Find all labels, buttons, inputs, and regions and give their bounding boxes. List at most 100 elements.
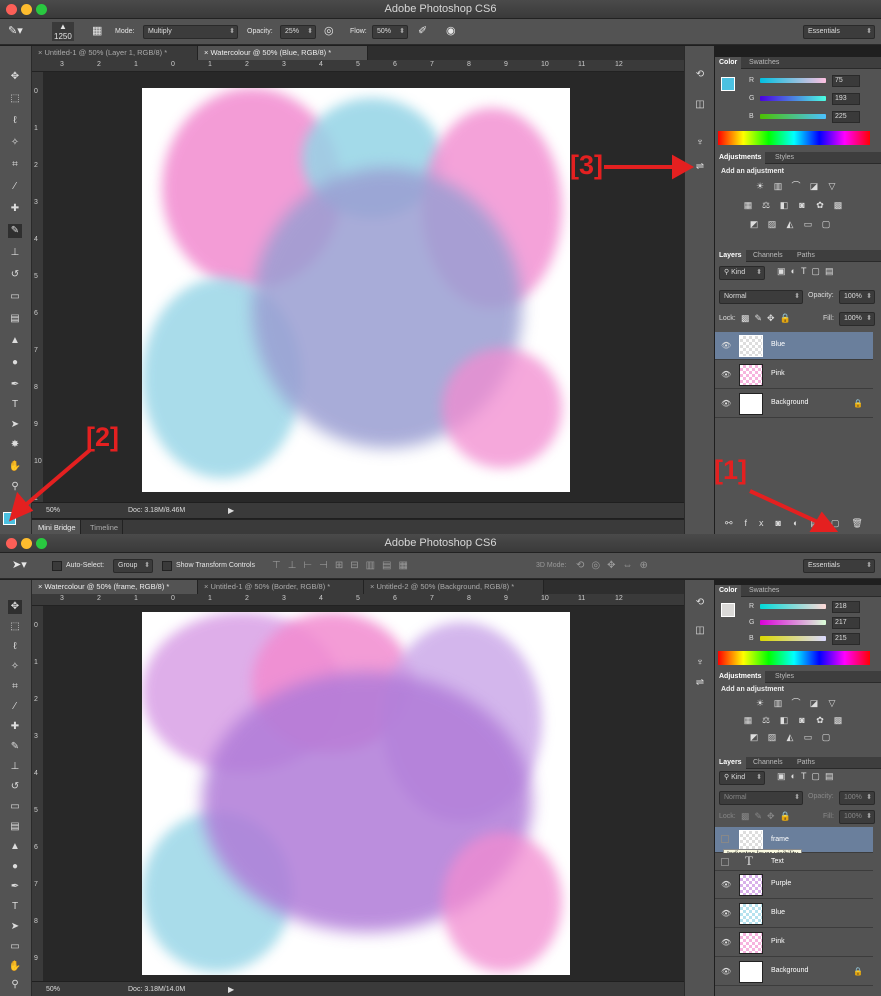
color-spectrum-bar[interactable] (718, 651, 870, 665)
hand-tool-icon[interactable]: ✋ (8, 960, 22, 974)
dodge-tool-icon[interactable]: ● (8, 356, 22, 370)
r-slider[interactable] (760, 78, 826, 83)
vibrance-icon[interactable]: ▽ (825, 698, 839, 709)
layers-footer-buttons[interactable]: ⚯fx◙◐▤▢🗑 (715, 518, 881, 532)
layer-row-pink[interactable]: 👁 Pink (715, 361, 873, 389)
eye-icon[interactable]: 👁 (721, 909, 731, 918)
3d-mode-icons[interactable]: ⟲◎✥⇔⊕ (576, 558, 655, 573)
airbrush-icon[interactable]: ✐ (418, 24, 427, 39)
brush-panel-icon[interactable]: ♆ (693, 656, 707, 670)
properties-icon[interactable]: ◫ (693, 624, 707, 638)
transform-controls-checkbox[interactable] (162, 561, 172, 571)
workspace-select[interactable]: Essentials (803, 25, 875, 39)
g-slider[interactable] (760, 96, 826, 101)
close-window-button[interactable] (6, 4, 17, 15)
layer-filter-kind[interactable]: ⚲ Kind (719, 771, 765, 785)
exposure-icon[interactable]: ◪ (807, 698, 821, 709)
tab-paths[interactable]: Paths (793, 757, 819, 769)
document-canvas[interactable] (142, 612, 570, 975)
tab-layers[interactable]: Layers (715, 250, 746, 262)
layer-row-background[interactable]: 👁 Background 🔒 (715, 390, 873, 418)
color-lookup-icon[interactable]: ▩ (831, 200, 845, 211)
zoom-window-button[interactable] (36, 4, 47, 15)
shape-tool-icon[interactable]: ✸ (8, 438, 22, 452)
r-slider[interactable] (760, 604, 826, 609)
crop-tool-icon[interactable]: ⌗ (8, 680, 22, 694)
close-window-button[interactable] (6, 538, 17, 549)
visibility-toggle[interactable] (721, 858, 729, 866)
hue-sat-icon[interactable]: ▦ (741, 715, 755, 726)
g-value[interactable]: 217 (832, 617, 860, 629)
pen-tool-icon[interactable]: ✒ (8, 880, 22, 894)
tab-styles[interactable]: Styles (771, 671, 798, 683)
photo-filter-icon[interactable]: ◙ (795, 200, 809, 211)
threshold-icon[interactable]: ◭ (783, 219, 797, 230)
layer-row-background[interactable]: 👁 Background 🔒 (715, 958, 873, 986)
layer-row-pink[interactable]: 👁 Pink (715, 929, 873, 957)
eraser-tool-icon[interactable]: ▭ (8, 290, 22, 304)
eraser-tool-icon[interactable]: ▭ (8, 800, 22, 814)
quick-select-tool-icon[interactable]: ✧ (8, 136, 22, 150)
path-select-tool-icon[interactable]: ➤ (8, 920, 22, 934)
eye-icon[interactable]: 👁 (721, 967, 731, 976)
type-tool-icon[interactable]: T (8, 398, 22, 412)
brush-size-picker[interactable]: ▲ 1250 (52, 22, 74, 41)
layer-row-purple[interactable]: 👁 Purple (715, 871, 873, 899)
mode-select[interactable]: Multiply (143, 25, 238, 39)
shape-tool-icon[interactable]: ▭ (8, 940, 22, 954)
layer-row-blue[interactable]: 👁 Blue (715, 900, 873, 928)
invert-icon[interactable]: ◩ (747, 219, 761, 230)
eye-icon[interactable]: 👁 (721, 880, 731, 889)
stamp-tool-icon[interactable]: ⊥ (8, 246, 22, 260)
g-value[interactable]: 193 (832, 93, 860, 105)
status-arrow-icon[interactable]: ▶ (228, 503, 234, 518)
color-spectrum-bar[interactable] (718, 131, 870, 145)
zoom-tool-icon[interactable]: ⚲ (8, 480, 22, 494)
curves-icon[interactable]: ⌒ (789, 696, 803, 708)
levels-icon[interactable]: ▥ (771, 181, 785, 192)
document-canvas[interactable] (142, 88, 570, 492)
tab-timeline[interactable]: Timeline (84, 520, 124, 534)
gradient-map-icon[interactable]: ▭ (801, 219, 815, 230)
bw-icon[interactable]: ◧ (777, 200, 791, 211)
brush-presets-icon[interactable]: ⇌ (693, 160, 707, 174)
hand-tool-icon[interactable]: ✋ (8, 460, 22, 474)
doc-tab-untitled2[interactable]: × Untitled-2 @ 50% (Background, RGB/8) * (364, 580, 544, 594)
history-brush-tool-icon[interactable]: ↺ (8, 780, 22, 794)
hue-sat-icon[interactable]: ▦ (741, 200, 755, 211)
move-tool-icon[interactable]: ✥ (8, 70, 22, 84)
properties-icon[interactable]: ◫ (693, 98, 707, 112)
posterize-icon[interactable]: ▨ (765, 219, 779, 230)
path-select-tool-icon[interactable]: ➤ (8, 418, 22, 432)
tab-layers[interactable]: Layers (715, 757, 746, 769)
pressure-size-icon[interactable]: ◉ (446, 24, 456, 39)
b-value[interactable]: 215 (832, 633, 860, 645)
exposure-icon[interactable]: ◪ (807, 181, 821, 192)
eye-icon[interactable]: 👁 (721, 370, 731, 379)
blur-tool-icon[interactable]: ▲ (8, 334, 22, 348)
minimize-window-button[interactable] (21, 4, 32, 15)
eye-icon[interactable]: 👁 (721, 341, 731, 350)
blend-mode-select[interactable]: Normal (719, 290, 803, 304)
lasso-tool-icon[interactable]: ℓ (8, 114, 22, 128)
tab-color[interactable]: Color (715, 57, 742, 69)
foreground-color-swatch[interactable] (3, 512, 16, 525)
r-value[interactable]: 75 (832, 75, 860, 87)
canvas-area[interactable] (43, 606, 684, 981)
history-icon[interactable]: ⟲ (693, 596, 707, 610)
gradient-tool-icon[interactable]: ▤ (8, 820, 22, 834)
pen-tool-icon[interactable]: ✒ (8, 378, 22, 392)
zoom-tool-icon[interactable]: ⚲ (8, 978, 22, 992)
tab-channels[interactable]: Channels (749, 757, 787, 769)
marquee-tool-icon[interactable]: ⬚ (8, 620, 22, 634)
eye-icon[interactable]: 👁 (721, 938, 731, 947)
b-slider[interactable] (760, 636, 826, 641)
brightness-icon[interactable]: ☀ (753, 698, 767, 709)
g-slider[interactable] (760, 620, 826, 625)
color-balance-icon[interactable]: ⚖ (759, 200, 773, 211)
type-tool-icon[interactable]: T (8, 900, 22, 914)
gradient-map-icon[interactable]: ▭ (801, 732, 815, 743)
layer-fill-field[interactable]: 100% (839, 312, 875, 326)
color-balance-icon[interactable]: ⚖ (759, 715, 773, 726)
tab-adjustments[interactable]: Adjustments (715, 152, 766, 164)
